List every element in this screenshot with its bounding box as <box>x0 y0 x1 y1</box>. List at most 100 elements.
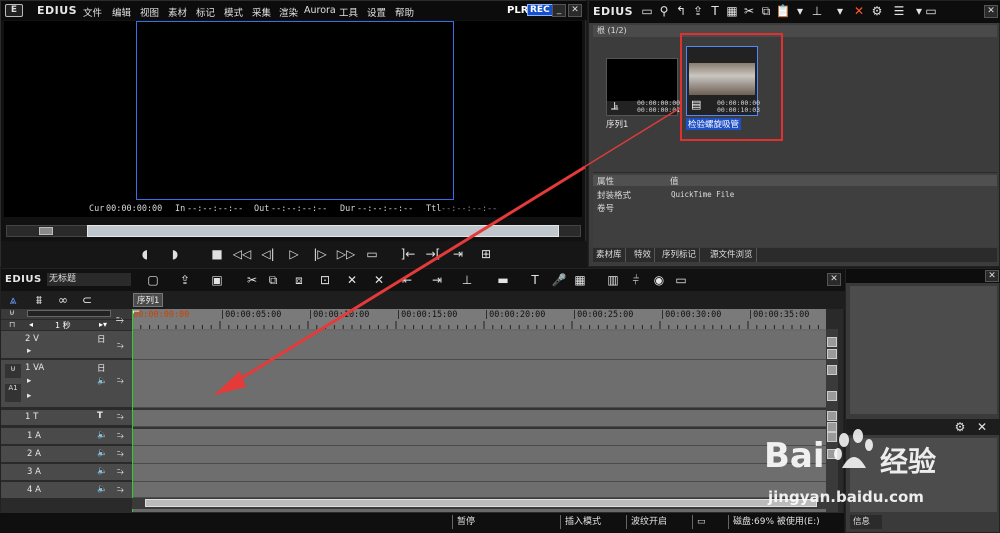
step-back-icon[interactable]: ◁| <box>257 245 279 263</box>
add-clip-icon[interactable]: ⇪ <box>690 4 706 18</box>
expand-arrow-icon[interactable]: ▸ <box>27 346 31 356</box>
timeline-cursor[interactable] <box>132 309 133 512</box>
new-sequence-icon[interactable]: ▢ <box>145 273 161 287</box>
overwrite-to-timeline-icon[interactable]: →[ <box>422 245 444 263</box>
tab-source-browser[interactable]: 源文件浏览 <box>707 248 757 262</box>
track-sync-icon[interactable]: ⥲ <box>117 431 124 441</box>
speaker-icon[interactable]: 🔈 <box>97 430 108 440</box>
track-lane[interactable] <box>132 482 826 498</box>
clip-name[interactable]: 序列1 <box>606 118 628 130</box>
cut-icon[interactable]: ✂ <box>244 273 260 287</box>
project-name[interactable]: 无标题 <box>47 273 131 286</box>
speaker-icon[interactable]: 🔈 <box>97 466 108 476</box>
sync-icon[interactable]: ⩩ <box>31 293 47 308</box>
paste-icon[interactable]: 📋 <box>775 4 791 18</box>
track-header-2a[interactable]: 2 A 🔈 ⥲ <box>1 446 132 463</box>
show-in-player-icon[interactable]: ▾ <box>792 4 808 18</box>
mode-icon[interactable]: ⩓ <box>5 293 21 308</box>
menu-edit[interactable]: 编辑 <box>112 5 131 19</box>
set-audio-icon[interactable]: ⊥ <box>459 273 475 287</box>
track-content-area[interactable] <box>132 329 826 512</box>
properties-icon[interactable]: ⚙ <box>869 4 885 18</box>
folder-icon[interactable]: ▭ <box>639 4 655 18</box>
loop-play-icon[interactable]: ▭ <box>361 245 383 263</box>
up-folder-icon[interactable]: ↰ <box>673 4 689 18</box>
status-ripple[interactable]: 波纹开启 <box>626 515 667 529</box>
track-header-1va[interactable]: ⊍ A1 1 VA 日 🔈 ▸ ▸ ⥲ <box>1 360 132 408</box>
search-icon[interactable]: ⚲ <box>656 4 672 18</box>
save-project-icon[interactable]: ▣ <box>209 273 225 287</box>
color-bars-icon[interactable]: ▦ <box>724 4 740 18</box>
menu-aurora[interactable]: Aurora <box>304 5 336 16</box>
expand-arrow-icon[interactable]: ▸ <box>27 376 31 386</box>
status-monitor-icon[interactable]: ▭ <box>692 515 722 529</box>
scale-next-icon[interactable]: ▸▾ <box>99 320 107 329</box>
plr-label[interactable]: PLR <box>507 5 528 16</box>
scrub-handle[interactable] <box>39 227 53 235</box>
menu-tools[interactable]: 工具 <box>339 5 358 19</box>
track-sync-icon[interactable]: ⥲ <box>117 485 124 495</box>
speaker-icon[interactable]: 🔈 <box>97 448 108 458</box>
add-cut-icon[interactable]: ⇤ <box>399 273 415 287</box>
track-lane[interactable] <box>132 331 826 360</box>
scroll-thumb[interactable] <box>827 365 837 375</box>
expand-icon[interactable]: ⊓ <box>9 320 15 329</box>
tab-effects[interactable]: 特效 <box>631 248 656 262</box>
delete-icon[interactable]: ✕ <box>851 4 867 18</box>
scale-prev-icon[interactable]: ◂ <box>29 320 33 329</box>
lock-icon[interactable]: ⊍ <box>9 308 15 317</box>
audio-mixer-icon[interactable]: ⫩ <box>628 273 644 288</box>
view-mode-icon[interactable]: ☰ <box>891 4 907 18</box>
open-project-icon[interactable]: ⇪ <box>177 273 193 287</box>
cut-icon[interactable]: ✂ <box>741 4 757 18</box>
close-icon[interactable]: ✕ <box>568 4 582 17</box>
video-track-icon[interactable]: 日 <box>97 362 106 374</box>
track-header-2v[interactable]: 2 V 日 ▸ ⥲ <box>1 331 132 359</box>
sync-toggle-icon[interactable]: ⥲ <box>116 315 124 326</box>
timeline-close-icon[interactable]: ✕ <box>827 273 841 286</box>
playhead-marker-icon[interactable]: ⌐ <box>132 307 140 318</box>
add-title-icon[interactable]: T <box>707 4 723 18</box>
ripple-icon[interactable]: ⊂ <box>79 293 95 307</box>
add-transition-icon[interactable]: ⇥ <box>429 273 445 287</box>
menu-settings[interactable]: 设置 <box>367 5 386 19</box>
delete-icon[interactable]: ✕ <box>344 273 360 287</box>
video-track-icon[interactable]: 日 <box>97 333 106 345</box>
menu-capture[interactable]: 采集 <box>252 5 271 19</box>
play-range-bar[interactable] <box>87 225 559 237</box>
info-close-icon[interactable]: ✕ <box>985 270 999 282</box>
patch-video-icon[interactable]: ⊍ <box>5 364 21 378</box>
track-lane[interactable] <box>132 410 826 427</box>
track-header-3a[interactable]: 3 A 🔈 ⥲ <box>1 464 132 481</box>
menu-render[interactable]: 渲染 <box>279 5 298 19</box>
window-layout-icon[interactable]: ▭ <box>673 273 689 287</box>
output-menu-icon[interactable]: ⊞ <box>475 245 497 263</box>
menu-clip[interactable]: 素材 <box>168 5 187 19</box>
zoom-slider[interactable] <box>27 310 111 317</box>
tab-sequence1[interactable]: 序列1 <box>133 293 163 307</box>
track-lane[interactable] <box>132 360 826 408</box>
track-sync-icon[interactable]: ⥲ <box>117 341 124 351</box>
voice-over-icon[interactable]: 🎤 <box>551 273 567 287</box>
match-frame-icon[interactable]: ⇥ <box>447 245 469 263</box>
track-lane[interactable] <box>132 446 826 464</box>
color-bars-icon[interactable]: ▦ <box>572 273 588 287</box>
copy-icon[interactable]: ⧉ <box>758 4 774 19</box>
link-icon[interactable]: ∞ <box>55 293 71 307</box>
status-mode[interactable]: 插入模式 <box>560 515 601 529</box>
rewind-icon[interactable]: ◁◁ <box>231 245 253 263</box>
menu-marker[interactable]: 标记 <box>196 5 215 19</box>
ripple-delete-icon[interactable]: ✕ <box>371 273 387 287</box>
track-header-1a[interactable]: 1 A 🔈 ⥲ <box>1 428 132 445</box>
track-lane[interactable] <box>132 429 826 446</box>
expand-arrow-icon[interactable]: ▸ <box>27 391 31 401</box>
speaker-icon[interactable]: 🔈 <box>97 376 108 386</box>
vectorscope-icon[interactable]: ◉ <box>651 273 667 287</box>
stop-icon[interactable]: ■ <box>206 245 228 263</box>
grid-icon[interactable]: ▥ <box>605 273 621 287</box>
scroll-up-icon[interactable] <box>827 411 837 421</box>
menu-file[interactable]: 文件 <box>83 5 102 19</box>
copy-icon[interactable]: ⧉ <box>265 273 281 288</box>
bin-window-icon[interactable]: ▭ <box>923 4 939 18</box>
menu-mode[interactable]: 模式 <box>224 5 243 19</box>
